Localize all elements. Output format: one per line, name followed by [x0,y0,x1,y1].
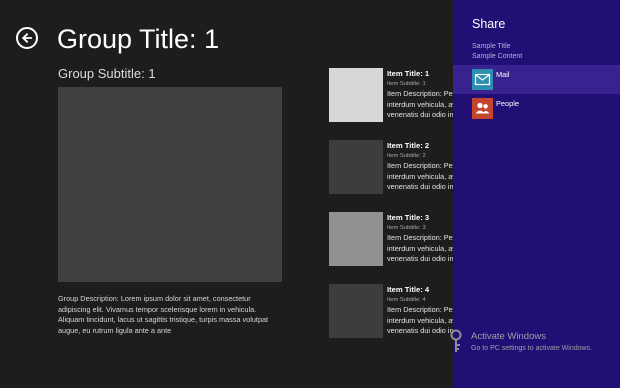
item-image [329,212,383,266]
item-title: Item Title: 1 [387,69,430,78]
activate-detail: Go to PC settings to activate Windows. [471,345,592,352]
share-source-content: Sample Content [472,53,523,60]
share-target-people[interactable]: People [453,94,620,123]
item-tile-3[interactable]: Item Title: 3 Item Subtitle: 3 Item Desc… [329,212,459,266]
item-title: Item Title: 2 [387,141,430,150]
activate-windows-watermark: Activate Windows Go to PC settings to ac… [447,326,620,358]
share-target-mail[interactable]: Mail [453,65,620,94]
item-description-line: Item Description: Pelle [387,305,459,314]
item-description-line: interdum vehicula, av [387,99,456,109]
item-title: Item Title: 4 [387,285,430,294]
app-window: Group Title: 1 Group Subtitle: 1 Group D… [0,0,620,388]
item-description-line: interdum vehicula, av [387,315,456,325]
activate-title: Activate Windows [471,331,546,342]
item-description-line: venenatis dui odio in [387,182,454,191]
share-source-title: Sample Title [472,43,511,50]
item-description-line: Item Description: Pelle [387,233,459,242]
item-title: Item Title: 3 [387,213,430,222]
back-arrow-icon [21,33,32,43]
item-text: Item Title: 2 Item Subtitle: 2 Item Desc… [387,141,459,193]
item-tile-4[interactable]: Item Title: 4 Item Subtitle: 4 Item Desc… [329,284,459,338]
item-tile-1[interactable]: Item Title: 1 Item Subtitle: 1 Item Desc… [329,68,459,122]
item-subtitle: Item Subtitle: 4 [387,297,426,303]
share-target-label: Mail [496,70,510,79]
item-description-line: Item Description: Pelle [387,89,459,98]
item-image [329,140,383,194]
people-icon [472,98,493,119]
item-description-line: interdum vehicula, av [387,243,456,253]
item-text: Item Title: 1 Item Subtitle: 1 Item Desc… [387,69,459,121]
item-subtitle: Item Subtitle: 1 [387,81,426,87]
item-image [329,284,383,338]
item-description-line: venenatis dui odio in [387,110,454,119]
item-description-line: venenatis dui odio in [387,254,454,263]
item-tile-2[interactable]: Item Title: 2 Item Subtitle: 2 Item Desc… [329,140,459,194]
item-subtitle: Item Subtitle: 2 [387,153,426,159]
group-subtitle: Group Subtitle: 1 [58,66,156,81]
share-target-label: People [496,99,520,108]
key-icon [450,329,462,352]
page-title: Group Title: 1 [57,24,220,54]
item-subtitle: Item Subtitle: 3 [387,225,426,231]
item-description-line: interdum vehicula, av [387,171,456,181]
item-image [329,68,383,122]
share-heading: Share [472,17,506,31]
group-description: Group Description: Lorem ipsum dolor sit… [58,294,269,335]
back-button[interactable] [16,27,38,49]
item-text: Item Title: 3 Item Subtitle: 3 Item Desc… [387,213,459,265]
group-image[interactable] [58,87,282,282]
item-description-line: Item Description: Pelle [387,161,459,170]
mail-icon [472,69,493,90]
